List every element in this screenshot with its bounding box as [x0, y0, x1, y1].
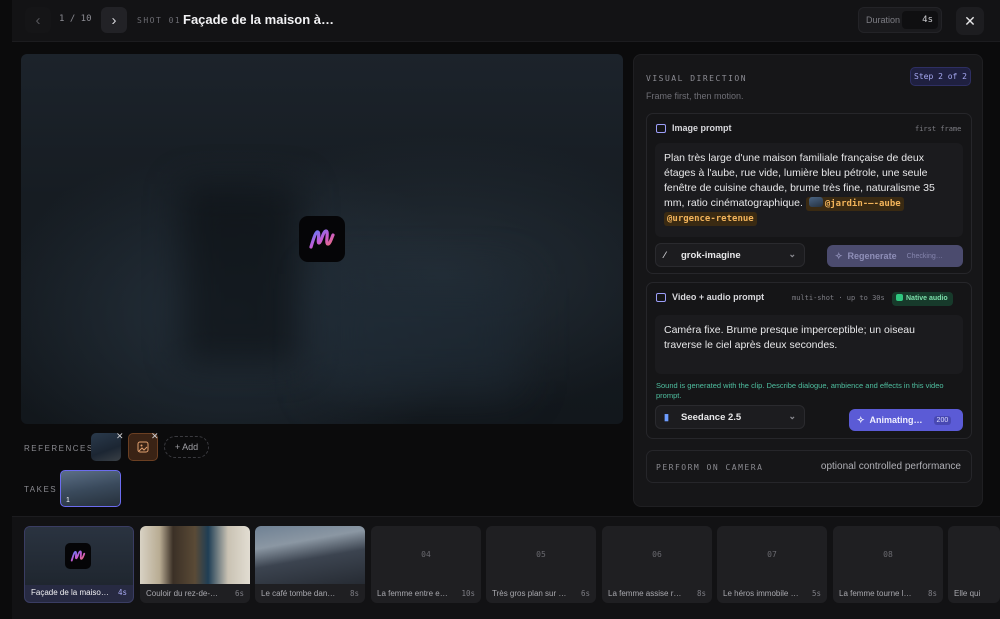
shot-duration: 5s: [811, 589, 821, 598]
step-badge: Step 2 of 2: [910, 67, 971, 86]
video-model-select[interactable]: ▮ Seedance 2.5 ⌄: [655, 405, 805, 429]
app-logo-icon: [65, 543, 91, 569]
shot-thumbnail: [140, 526, 250, 584]
regenerate-button[interactable]: ✧ Regenerate Checking…: [827, 245, 963, 267]
references-label: REFERENCES: [24, 444, 94, 453]
app-logo-icon: [299, 216, 345, 262]
video-meta: multi-shot · up to 30s: [792, 294, 885, 302]
close-icon: ✕: [964, 12, 976, 29]
image-prompt-heading: Image prompt: [656, 123, 732, 133]
shot-card[interactable]: 07 Le héros immobile … 5s: [717, 526, 827, 603]
image-icon: [137, 441, 149, 453]
shot-label: SHOT 01: [137, 16, 182, 25]
takes-label: TAKES: [24, 485, 58, 494]
animating-button[interactable]: ✧ Animating… 200: [849, 409, 963, 431]
shot-number: 06: [652, 550, 662, 559]
shot-duration: 8s: [349, 589, 359, 598]
shot-preview: [21, 54, 623, 424]
shot-caption: Elle qui: [954, 589, 981, 598]
close-button[interactable]: ✕: [956, 7, 984, 35]
shot-number: 08: [883, 550, 893, 559]
video-model-value: Seedance 2.5: [681, 412, 742, 423]
image-model-select[interactable]: ⁄ grok-imagine ⌄: [655, 243, 805, 267]
chevron-down-icon: ⌄: [788, 411, 796, 421]
duration-control[interactable]: Duration 4s: [858, 7, 942, 33]
shot-caption: La femme assise r…: [608, 589, 682, 598]
shot-card[interactable]: Façade de la maiso… 4s: [24, 526, 134, 603]
shot-duration: 8s: [927, 589, 937, 598]
mention-thumbnail: [808, 197, 823, 207]
shot-number: 04: [421, 550, 431, 559]
image-model-value: grok-imagine: [681, 250, 741, 261]
shot-duration: 10s: [461, 589, 475, 598]
shot-card[interactable]: 05 Très gros plan sur … 6s: [486, 526, 596, 603]
shot-caption: Le café tombe dan…: [261, 589, 336, 598]
panel-title: VISUAL DIRECTION: [646, 74, 748, 83]
shot-card[interactable]: Le café tombe dan… 8s: [255, 526, 365, 603]
shot-card[interactable]: 04 La femme entre e… 10s: [371, 526, 481, 603]
checking-status: Checking…: [906, 252, 943, 260]
mention-chip[interactable]: @jardin-—-aube: [805, 197, 904, 211]
shot-caption: Le héros immobile …: [723, 589, 799, 598]
chevron-right-icon: ›: [111, 11, 117, 29]
sparkle-icon: ✧: [835, 250, 843, 261]
shot-filmstrip: Façade de la maiso… 4s Couloir du rez-de…: [12, 516, 1000, 619]
sparkle-icon: ✧: [857, 414, 865, 425]
shot-duration: 8s: [696, 589, 706, 598]
perform-on-camera-row[interactable]: PERFORM ON CAMERA optional controlled pe…: [646, 450, 972, 483]
remove-reference-icon[interactable]: ✕: [116, 431, 124, 442]
take-number: 1: [66, 497, 70, 504]
take-thumbnail[interactable]: 1: [60, 470, 121, 507]
remove-reference-icon[interactable]: ✕: [151, 431, 159, 442]
next-shot-button[interactable]: ›: [101, 7, 127, 33]
shot-caption: Couloir du rez-de-…: [146, 589, 219, 598]
top-bar: ‹ 1 / 10 › SHOT 01 Façade de la maison à…: [12, 0, 1000, 42]
shot-card[interactable]: Couloir du rez-de-… 6s: [140, 526, 250, 603]
video-prompt-card: Video + audio prompt multi-shot · up to …: [646, 282, 972, 439]
add-reference-button[interactable]: + Add: [164, 436, 209, 458]
image-prompt-title: Image prompt: [672, 123, 732, 133]
shot-card[interactable]: 08 La femme tourne l… 8s: [833, 526, 943, 603]
check-icon: [896, 294, 903, 301]
shot-caption: La femme tourne l…: [839, 589, 912, 598]
shot-title: Façade de la maison à…: [183, 12, 335, 27]
shot-thumbnail: [255, 526, 365, 584]
shot-caption: La femme entre e…: [377, 589, 448, 598]
seedance-logo-icon: ▮: [664, 412, 669, 422]
video-prompt-input[interactable]: Caméra fixe. Brume presque imperceptible…: [655, 315, 963, 374]
audio-note: Sound is generated with the clip. Descri…: [656, 381, 944, 400]
image-icon: [656, 123, 666, 133]
perform-label: PERFORM ON CAMERA: [656, 463, 764, 472]
first-frame-tag: first frame: [915, 125, 962, 133]
shot-counter: 1 / 10: [59, 14, 92, 24]
shot-card[interactable]: Elle qui: [948, 526, 1000, 603]
image-prompt-input[interactable]: Plan très large d'une maison familiale f…: [655, 143, 963, 237]
shot-number: 05: [536, 550, 546, 559]
shot-caption: Très gros plan sur …: [492, 589, 567, 598]
duration-input[interactable]: 4s: [902, 11, 938, 29]
chevron-down-icon: ⌄: [788, 249, 796, 259]
duration-label: Duration: [866, 15, 901, 25]
perform-value: optional controlled performance: [820, 461, 961, 472]
previous-shot-button[interactable]: ‹: [25, 7, 51, 33]
video-prompt-heading: Video + audio prompt: [656, 292, 764, 302]
panel-subtitle: Frame first, then motion.: [646, 91, 744, 101]
video-prompt-title: Video + audio prompt: [672, 292, 765, 302]
shot-duration: 6s: [234, 589, 244, 598]
grok-logo-icon: ⁄: [664, 250, 666, 260]
shot-duration: 4s: [117, 588, 127, 597]
chevron-left-icon: ‹: [35, 11, 41, 29]
shot-card[interactable]: 06 La femme assise r… 8s: [602, 526, 712, 603]
shot-number: 07: [767, 550, 777, 559]
image-prompt-card: Image prompt first frame Plan très large…: [646, 113, 972, 274]
credit-cost: 200: [933, 415, 952, 425]
mention-chip[interactable]: @urgence-retenue: [664, 212, 757, 226]
native-audio-badge: Native audio: [892, 292, 953, 306]
shot-duration: 6s: [580, 589, 590, 598]
video-icon: [656, 292, 666, 302]
shot-caption: Façade de la maiso…: [31, 588, 109, 597]
visual-direction-panel: VISUAL DIRECTION Frame first, then motio…: [633, 54, 983, 507]
